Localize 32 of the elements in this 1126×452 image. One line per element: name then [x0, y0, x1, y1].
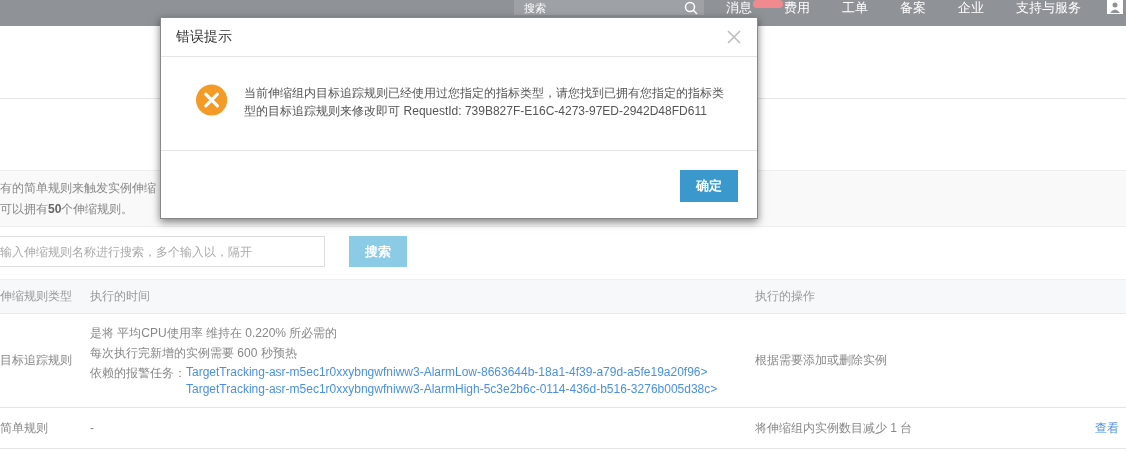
search-field[interactable]: 搜索: [514, 0, 704, 15]
dialog-title: 错误提示: [176, 28, 232, 46]
nav-link[interactable]: 支持与服务: [1016, 0, 1081, 15]
nav-link[interactable]: 消息: [726, 0, 752, 15]
nav-link[interactable]: 备案: [900, 0, 926, 15]
column-header: 伸缩规则类型: [0, 288, 73, 305]
alarm-link[interactable]: TargetTracking-asr-m5ec1r0xxybngwfniww3-AlarmLow-8663644b-18a1-4f39-a79d-a5fe19a20f96>: [186, 365, 718, 379]
search-icon: [684, 1, 698, 15]
column-header: 执行的操作: [755, 288, 816, 305]
nav-link[interactable]: 企业: [958, 0, 984, 15]
notice-text: 可以拥有50个伸缩规则。: [0, 201, 134, 218]
search-field[interactable]: 输入伸缩规则名称进行搜索，多个输入以，隔开: [0, 236, 325, 267]
column-header: 执行的时间: [90, 288, 151, 305]
search-button[interactable]: 搜索: [349, 236, 407, 267]
table-cell-text: 根据需要添加或删除实例: [755, 352, 888, 369]
alarm-label: 依赖的报警任务：: [90, 365, 186, 382]
table-cell-text: 将伸缩组内实例数目减少 1 台: [755, 419, 914, 437]
table-cell-text: 目标追踪规则: [0, 352, 73, 369]
error-message: 当前伸缩组内目标追踪规则已经使用过您指定的指标类型，请您找到已拥有您指定的指标类型的目标追踪规则来修改即可 RequestId: 739B827F-E16C-4273-97ED-2942D48FD611: [244, 85, 726, 120]
table-cell-text: -: [90, 421, 95, 435]
table-cell-text: 是将 平均CPU使用率 维持在 0.220% 所必需的: [90, 325, 339, 342]
user-icon[interactable]: [1107, 0, 1123, 14]
ok-button[interactable]: 确定: [680, 170, 738, 202]
notice-text: 有的简单规则来触发实例伸缩: [0, 180, 156, 197]
close-icon[interactable]: [727, 30, 741, 44]
nav-link[interactable]: 工单: [842, 0, 868, 15]
nav-link[interactable]: 费用: [784, 0, 810, 15]
alarm-link[interactable]: TargetTracking-asr-m5ec1r0xxybngwfniww3-AlarmHigh-5c3e2b6c-0114-436d-b516-3276b005d38c>: [186, 382, 718, 396]
table-cell-text: 简单规则: [0, 419, 49, 437]
details-link[interactable]: 查看: [1095, 419, 1119, 437]
error-icon: [196, 84, 228, 116]
table-cell-text: 每次执行完新增的实例需要 600 秒预热: [90, 345, 298, 362]
